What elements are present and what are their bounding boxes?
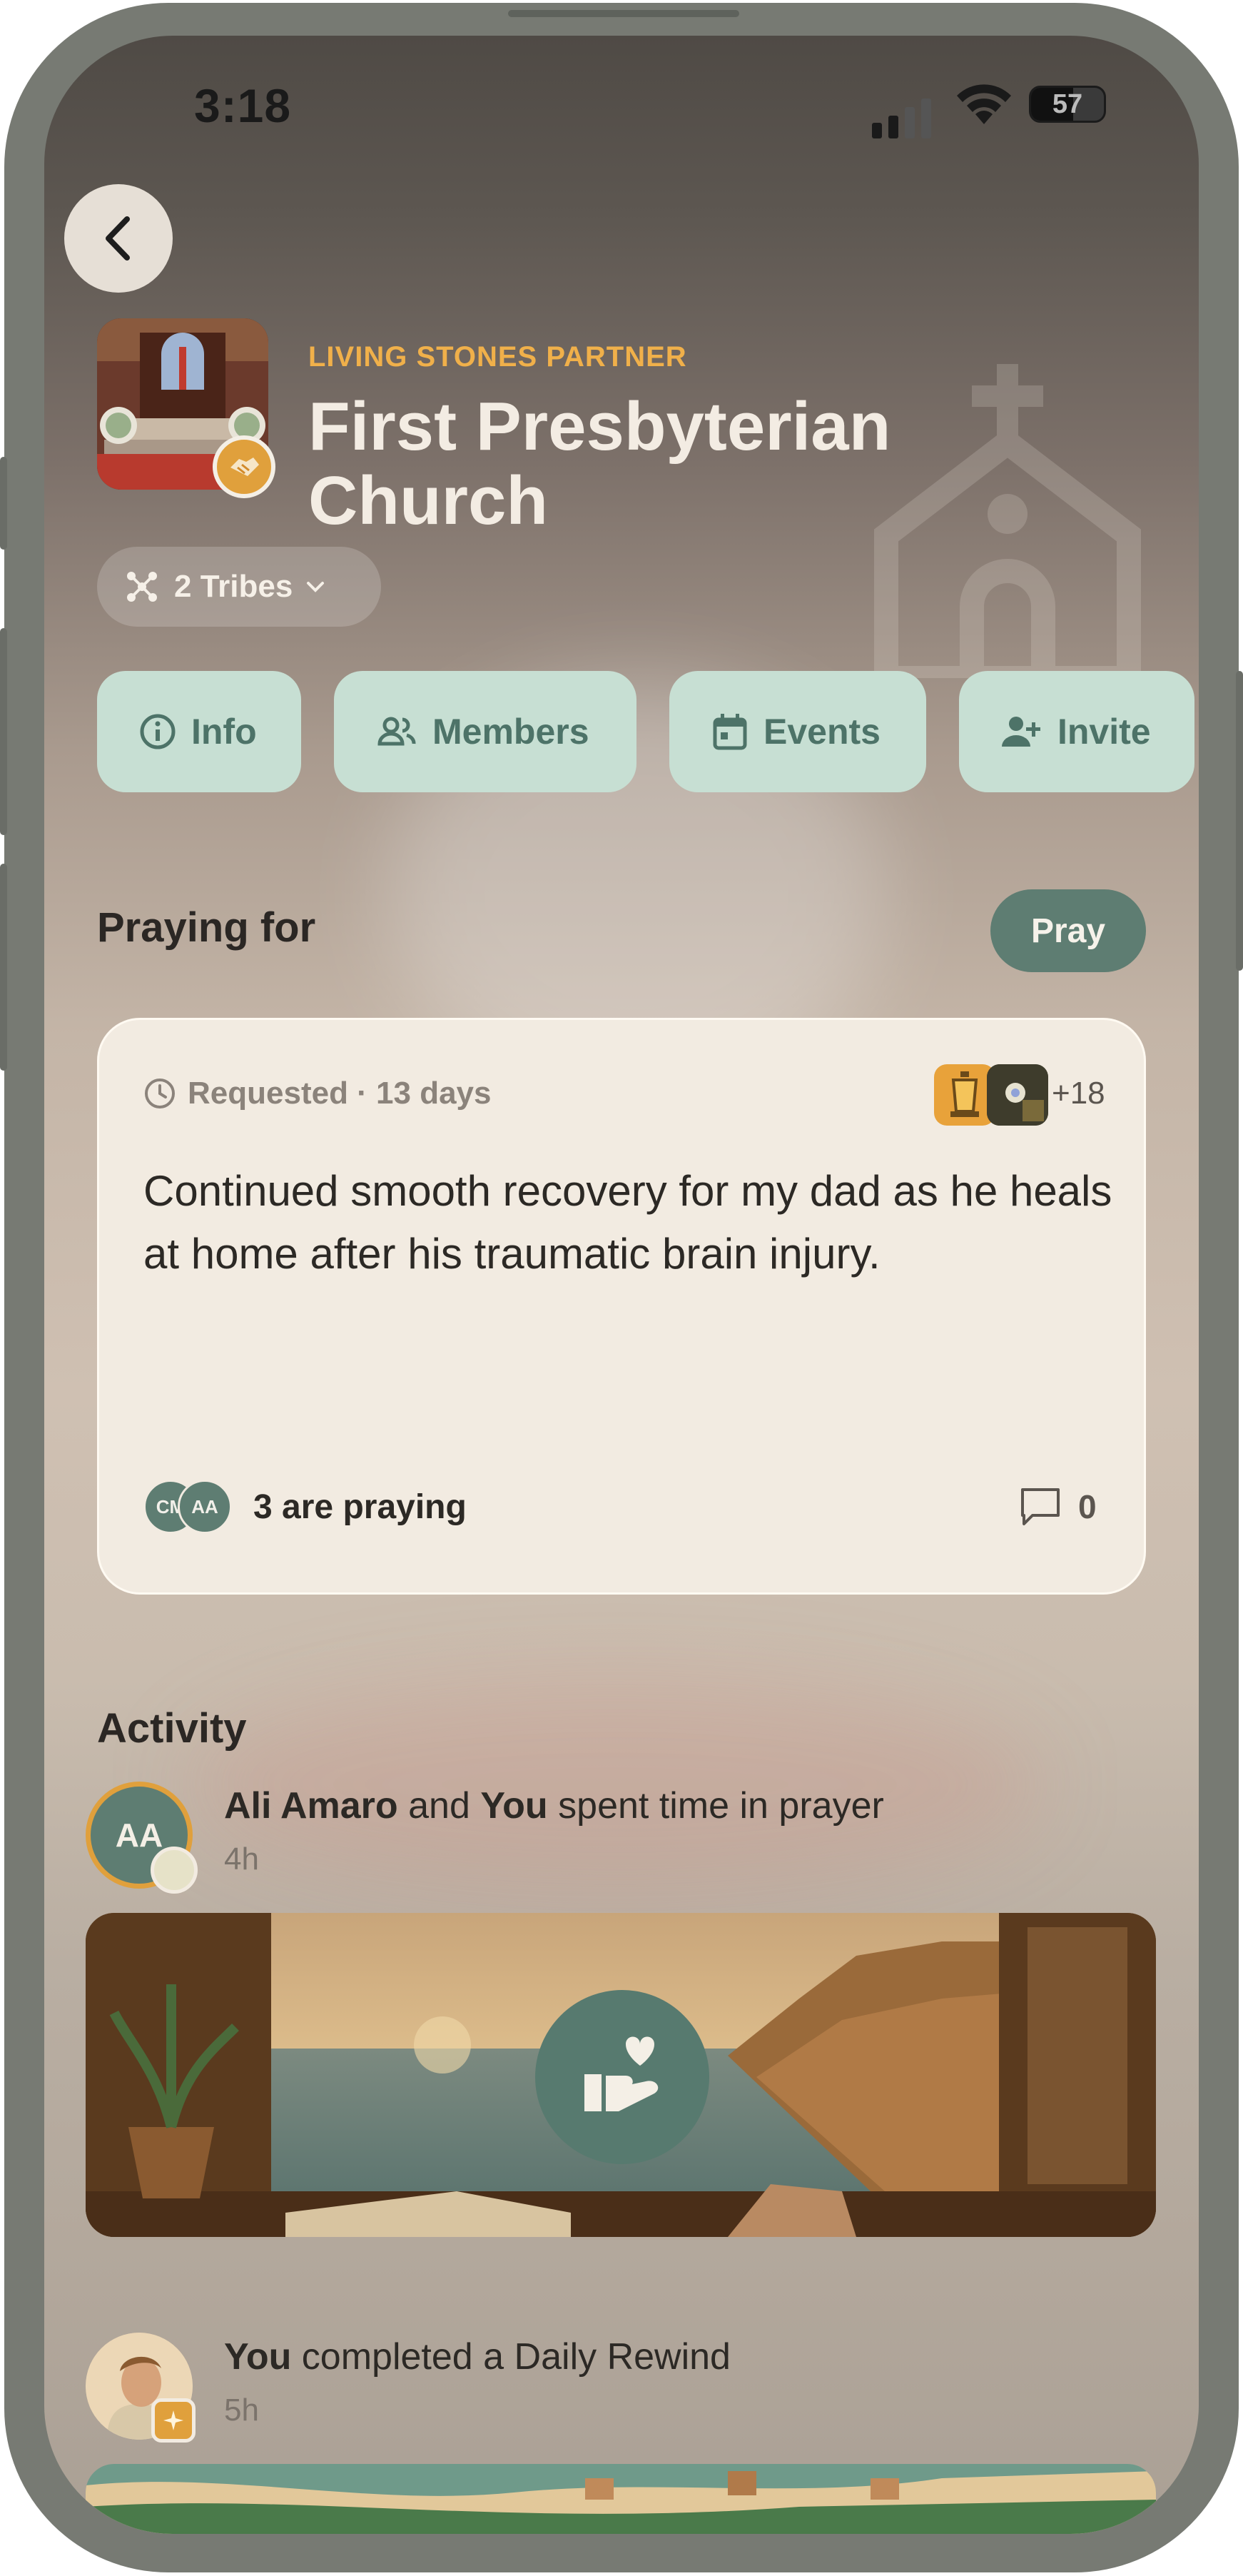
supporter-avatars: [934, 1064, 1048, 1126]
activity-item[interactable]: AA: [86, 1782, 198, 1894]
avatar-initials: AA: [115, 1817, 163, 1854]
avatar-image: [987, 1064, 1048, 1126]
church-icon: [874, 364, 1141, 678]
handshake-icon: [230, 458, 259, 476]
status-bar: 3:18 57: [44, 36, 1199, 178]
tab-invite[interactable]: Invite: [959, 671, 1194, 792]
info-icon: [140, 714, 176, 749]
partner-label: LIVING STONES PARTNER: [308, 341, 687, 373]
partner-badge-icon: [213, 435, 275, 498]
chevron-down-icon: [307, 582, 325, 592]
activity-text: Ali Amaro and You spent time in prayer: [224, 1784, 884, 1827]
avatar: [86, 2333, 196, 2443]
daily-rewind-image[interactable]: [86, 2464, 1156, 2534]
side-button: [0, 457, 7, 550]
actor-name: You: [480, 1785, 548, 1827]
members-icon: [377, 717, 416, 746]
requested-info: Requested · 13 days: [143, 1076, 492, 1111]
praying-summary[interactable]: CM AA 3 are praying: [143, 1480, 467, 1534]
activity-text-part: and: [397, 1785, 481, 1827]
activity-heading: Activity: [97, 1705, 247, 1752]
lantern-icon: [950, 1071, 979, 1117]
page-title: First Presbyterian Church: [308, 388, 891, 539]
side-button: [0, 864, 7, 1071]
tribes-label: 2 Tribes: [174, 569, 293, 604]
chevron-left-icon: [106, 216, 130, 261]
activity-text: You completed a Daily Rewind: [224, 2335, 731, 2378]
actor-name: You: [224, 2336, 292, 2378]
avatar: AA: [86, 1782, 198, 1894]
signal-icon: [872, 99, 931, 138]
praying-for-heading: Praying for: [97, 904, 316, 951]
add-person-icon: [1002, 717, 1040, 747]
pray-icon-button[interactable]: [535, 1990, 709, 2164]
actor-name: Ali Amaro: [224, 1785, 398, 1827]
tab-events[interactable]: Events: [669, 671, 926, 792]
clock-icon: [145, 1079, 175, 1108]
prayer-request-card[interactable]: Requested · 13 days +18 Continued smooth…: [97, 1018, 1146, 1595]
activity-time: 5h: [224, 2393, 259, 2428]
tab-label: Events: [763, 712, 881, 752]
prayer-badge-icon: [151, 1847, 198, 1894]
sparkle-icon: [163, 2410, 183, 2430]
comments-button[interactable]: 0: [1020, 1487, 1097, 1527]
avatar: AA: [178, 1480, 232, 1534]
comment-count: 0: [1078, 1488, 1097, 1525]
rewind-badge-icon: [151, 2398, 196, 2443]
side-button: [1236, 671, 1243, 971]
prayer-activity-image[interactable]: [86, 1913, 1156, 2237]
prayer-request-text: Continued smooth recovery for my dad as …: [143, 1167, 1112, 1278]
requested-text: Requested · 13 days: [188, 1076, 492, 1111]
tab-label: Members: [432, 712, 589, 752]
wifi-icon: [957, 84, 1011, 124]
activity-text-part: completed a Daily Rewind: [291, 2336, 731, 2378]
activity-time: 4h: [224, 1842, 259, 1877]
app-screen: 3:18 57 LIVING STONES PARTNER First Pres…: [44, 36, 1199, 2534]
user-avatar: [987, 1064, 1048, 1126]
back-button[interactable]: [64, 184, 173, 293]
activity-text-part: spent time in prayer: [547, 1785, 884, 1827]
comment-icon: [1021, 1488, 1060, 1525]
battery-icon: 57: [1029, 86, 1106, 123]
hand-heart-icon: [584, 2036, 659, 2111]
praying-count: 3 are praying: [253, 1487, 467, 1526]
calendar-icon: [713, 714, 747, 750]
tab-bar: Info Members Events Invite: [97, 671, 1194, 792]
tribes-icon: [127, 572, 157, 602]
side-button: [0, 628, 7, 835]
more-supporters-count: +18: [1052, 1076, 1105, 1111]
tab-members[interactable]: Members: [334, 671, 636, 792]
battery-level: 57: [1052, 89, 1083, 119]
tab-label: Invite: [1057, 712, 1151, 752]
phone-top-edge: [508, 10, 739, 17]
activity-item[interactable]: [86, 2333, 196, 2443]
tribes-dropdown[interactable]: 2 Tribes: [97, 547, 381, 627]
tab-info[interactable]: Info: [97, 671, 301, 792]
status-time: 3:18: [194, 79, 292, 132]
pray-button[interactable]: Pray: [990, 889, 1146, 972]
tab-label: Info: [191, 712, 257, 752]
coastal-village-illustration: [86, 2464, 1156, 2534]
